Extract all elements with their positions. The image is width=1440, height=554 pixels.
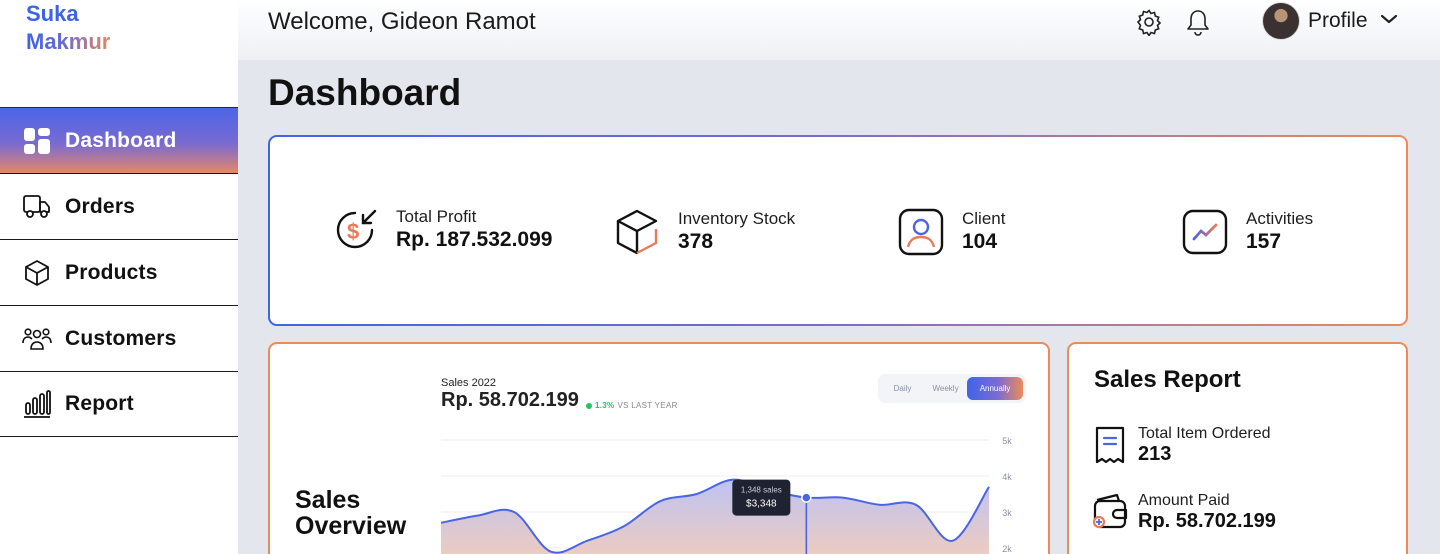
y-tick-label: 3k bbox=[1002, 508, 1012, 518]
overview-title: Sales Overview bbox=[295, 487, 406, 539]
sales-report-card: Sales Report Total Item Ordered 213 Amou… bbox=[1067, 342, 1408, 554]
sales-area-fill bbox=[441, 479, 989, 554]
top-header: Welcome, Gideon Ramot Profile bbox=[238, 0, 1440, 60]
brand-line-2: Makmur bbox=[26, 29, 111, 54]
stat-inventory-stock: Inventory Stock 378 bbox=[612, 207, 795, 257]
brand-line-1: Suka bbox=[26, 1, 79, 26]
report-item-value: Rp. 58.702.199 bbox=[1138, 510, 1276, 532]
overview-title-line-2: Overview bbox=[295, 512, 407, 540]
stats-card: $ Total Profit Rp. 187.532.099 Inventory… bbox=[268, 135, 1408, 326]
box-icon bbox=[22, 258, 52, 288]
sidebar-item-label: Customers bbox=[65, 326, 177, 350]
report-item-value: 213 bbox=[1138, 443, 1172, 465]
sales-period-label: Sales 2022 bbox=[441, 377, 497, 389]
y-tick-label: 2k bbox=[1002, 544, 1012, 554]
trend-icon bbox=[1182, 209, 1228, 255]
highlight-point bbox=[801, 492, 812, 503]
up-dot-icon bbox=[586, 402, 592, 409]
dollar-in-icon: $ bbox=[336, 209, 377, 249]
profile-menu[interactable]: Profile bbox=[1262, 2, 1398, 40]
sidebar-item-label: Orders bbox=[65, 194, 136, 218]
tab-annually[interactable]: Annually bbox=[967, 377, 1023, 400]
stat-title: Inventory Stock bbox=[678, 209, 796, 228]
sales-value: Rp. 58.702.199 bbox=[441, 389, 579, 411]
sidebar-item-label: Report bbox=[65, 392, 134, 415]
tab-daily[interactable]: Daily bbox=[881, 377, 924, 400]
tab-weekly[interactable]: Weekly bbox=[924, 377, 967, 400]
delta-percent: 1.3% bbox=[595, 401, 615, 410]
stat-title: Activities bbox=[1246, 209, 1314, 228]
delta-text: VS LAST YEAR bbox=[617, 401, 678, 410]
stat-value: 157 bbox=[1246, 230, 1282, 253]
stat-activities: Activities 157 bbox=[1180, 207, 1313, 257]
sales-delta: 1.3% VS LAST YEAR bbox=[586, 401, 678, 410]
stat-client: Client 104 bbox=[896, 207, 1005, 257]
dashboard-grid-icon bbox=[22, 126, 52, 156]
sidebar-item-orders[interactable]: Orders bbox=[0, 173, 238, 239]
wallet-icon bbox=[1092, 493, 1128, 529]
profile-label: Profile bbox=[1308, 9, 1368, 32]
report-item-title: Total Item Ordered bbox=[1138, 425, 1271, 442]
sales-area-chart: 5k 4k 3k 2k 1,348 sales $3,348 bbox=[441, 436, 1012, 554]
stat-title: Total Profit bbox=[396, 207, 477, 226]
sidebar: Suka Makmur Dashboard Orders Products Cu… bbox=[0, 0, 238, 554]
sidebar-item-dashboard[interactable]: Dashboard bbox=[0, 107, 238, 173]
report-item-amount-paid: Amount Paid Rp. 58.702.199 bbox=[1091, 492, 1276, 532]
sales-overview-card: Sales Overview Sales 2022 Rp. 58.702.199… bbox=[268, 342, 1050, 554]
tooltip-count: 1,348 sales bbox=[741, 486, 782, 495]
sidebar-nav: Dashboard Orders Products Customers Repo… bbox=[0, 107, 238, 437]
report-item-total-ordered: Total Item Ordered 213 bbox=[1091, 425, 1271, 465]
page-title: Dashboard bbox=[268, 72, 462, 113]
brand-logo[interactable]: Suka Makmur bbox=[26, 0, 110, 56]
welcome-text: Welcome, Gideon Ramot bbox=[268, 8, 536, 35]
report-title: Sales Report bbox=[1094, 366, 1241, 393]
period-toggle: Daily Weekly Annually bbox=[878, 374, 1026, 403]
receipt-icon bbox=[1095, 426, 1125, 464]
bar-chart-icon bbox=[22, 389, 52, 419]
y-tick-label: 5k bbox=[1002, 436, 1012, 446]
stat-total-profit: $ Total Profit Rp. 187.532.099 bbox=[330, 205, 552, 255]
sidebar-item-report[interactable]: Report bbox=[0, 371, 238, 437]
y-tick-label: 4k bbox=[1002, 472, 1012, 482]
truck-icon bbox=[22, 192, 52, 222]
stat-value: 378 bbox=[678, 230, 714, 253]
avatar bbox=[1262, 2, 1300, 40]
gear-icon[interactable] bbox=[1135, 8, 1163, 37]
stat-title: Client bbox=[962, 209, 1006, 228]
sidebar-item-label: Products bbox=[65, 260, 158, 284]
sidebar-item-products[interactable]: Products bbox=[0, 239, 238, 305]
stat-value: Rp. 187.532.099 bbox=[396, 228, 553, 251]
report-item-title: Amount Paid bbox=[1138, 492, 1230, 509]
sidebar-item-label: Dashboard bbox=[65, 128, 177, 152]
stat-value: 104 bbox=[962, 230, 998, 253]
bell-icon[interactable] bbox=[1185, 8, 1213, 36]
user-card-icon bbox=[898, 208, 944, 256]
users-icon bbox=[22, 324, 52, 354]
svg-text:$: $ bbox=[347, 219, 359, 244]
sidebar-item-customers[interactable]: Customers bbox=[0, 305, 238, 371]
cube-icon bbox=[616, 209, 658, 255]
tooltip-value: $3,348 bbox=[746, 499, 777, 510]
chevron-down-icon bbox=[1380, 12, 1398, 30]
overview-title-line-1: Sales bbox=[295, 486, 361, 514]
